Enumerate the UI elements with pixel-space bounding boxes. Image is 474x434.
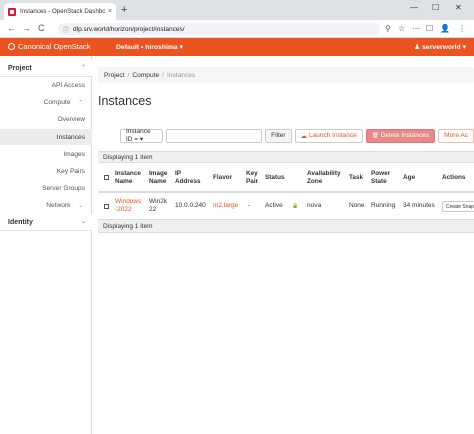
cell-age: 34 minutes [403,202,435,209]
col-ip-address[interactable]: IP Address [175,170,201,186]
filter-toolbar: Instance ID = ▾ Filter ☁ Launch Instance… [120,128,474,143]
cell-key-pair: - [248,202,251,209]
row-checkbox[interactable] [104,204,109,209]
breadcrumb-instances: Instances [166,71,196,79]
sidebar-group-compute[interactable]: Compute ⌃ [44,99,83,106]
breadcrumb-separator: / [162,71,164,79]
sidebar-section-label: Project [8,64,32,72]
cell-task: None [349,202,365,209]
tab-close-icon[interactable]: × [108,8,112,15]
lock-icon: 🔒 [292,203,299,209]
instances-table: Displaying 1 item Instance Name Image Name… [98,151,474,233]
launch-instance-label: Launch Instance [309,132,357,139]
search-icon[interactable]: ⚲ [385,24,391,33]
chevron-down-icon: ⌄ [80,219,86,225]
forward-icon[interactable]: → [22,23,31,33]
main-content: Project / Compute / Instances Instances … [92,56,474,434]
col-key-pair[interactable]: Key Pair [246,170,258,186]
launch-instance-button[interactable]: ☁ Launch Instance [294,128,363,143]
sidebar-item-images[interactable]: Images [63,151,85,158]
user-name: serverworld ▾ [422,44,466,51]
cloud-upload-icon: ☁ [300,132,308,140]
url-field[interactable]: ⓘ dlp.srv.world/horizon/project/instance… [58,23,380,35]
canonical-logo-icon [8,43,15,50]
bookmark-star-icon[interactable]: ☆ [398,24,405,33]
new-tab-button[interactable]: + [121,4,127,16]
user-menu[interactable]: ♟ serverworld ▾ [414,43,466,51]
breadcrumb: Project / Compute / Instances [98,67,474,83]
user-icon: ♟ [414,44,421,51]
sidebar-section-project[interactable]: Project ⌃ [0,60,92,77]
brand-name: Canonical OpenStack [18,42,91,51]
cell-ip-address: 10.0.0.240 [175,202,206,209]
address-bar-row: ← → C ⓘ dlp.srv.world/horizon/project/in… [0,20,474,38]
chevron-up-icon: ⌃ [80,65,86,71]
chevron-up-icon: ⌃ [78,100,83,106]
col-power-state[interactable]: Power State [371,170,390,186]
sidebar-item-server-groups[interactable]: Server Groups [42,185,85,192]
filter-button[interactable]: Filter [265,128,292,143]
browser-tab[interactable]: Instances - OpenStack Dashboard × [4,3,116,20]
chevron-down-icon: ⌄ [78,203,83,209]
breadcrumb-project[interactable]: Project [104,72,125,79]
cell-status: Active [265,202,283,209]
sidebar-item-overview[interactable]: Overview [58,116,85,123]
minimize-icon[interactable]: — [410,3,418,12]
delete-instances-label: Delete Instances [380,132,430,139]
profile-icon[interactable]: 👤 [440,24,450,33]
cell-power-state: Running [371,202,396,209]
openstack-favicon-icon [8,7,16,16]
url-text: dlp.srv.world/horizon/project/instances/ [73,25,185,33]
col-image-name[interactable]: Image Name [149,170,167,186]
more-actions-button[interactable]: More Ac [438,128,474,143]
page-title: Instances [98,94,152,108]
col-flavor[interactable]: Flavor [213,174,232,182]
sidebar-section-label: Identity [8,218,33,226]
trash-icon: 🗑 [371,132,379,139]
sidebar-group-label: Network [46,202,71,209]
breadcrumb-separator: / [127,71,130,79]
brand-logo[interactable]: Canonical OpenStack [8,42,91,51]
col-actions: Actions [442,174,466,181]
col-age[interactable]: Age [403,174,415,182]
sidebar-group-network[interactable]: Network ⌄ [46,202,83,209]
menu-kebab-icon[interactable]: ⋮ [458,24,466,33]
cell-flavor[interactable]: m2.large [213,202,238,210]
sidebar-item-api-access[interactable]: API Access [52,82,85,89]
col-task[interactable]: Task [349,174,363,182]
back-icon[interactable]: ← [7,23,16,33]
breadcrumb-compute[interactable]: Compute [132,72,159,79]
filter-input[interactable] [166,128,263,143]
window-close-icon[interactable]: ✕ [455,3,462,12]
reload-icon[interactable]: C [38,23,45,33]
table-header: Instance Name Image Name IP Address Flavor … [98,163,474,193]
sidebar-item-key-pairs[interactable]: Key Pairs [57,168,85,175]
openstack-header: Canonical OpenStack Default • hiroshima … [0,38,474,56]
sidepanel-icon[interactable]: ☐ [426,24,433,33]
tab-title: Instances - OpenStack Dashboard [20,8,105,15]
table-row: Windows -2022 Win2k 22 10.0.0.240 m2.large… [98,193,474,220]
maximize-icon[interactable]: ☐ [432,3,439,12]
sidebar-group-label: Compute [43,99,71,106]
cell-image-name: Win2k 22 [149,198,168,213]
sidebar-item-instances[interactable]: Instances [57,134,85,141]
browser-tab-bar: Instances - OpenStack Dashboard × + — ☐ … [0,0,474,20]
col-status[interactable]: Status [265,174,285,182]
filter-field-select[interactable]: Instance ID = ▾ [120,128,164,143]
cell-instance-name[interactable]: Windows -2022 [115,198,141,214]
site-info-icon[interactable]: ⓘ [63,25,69,34]
delete-instances-button[interactable]: 🗑 Delete Instances [365,128,436,143]
sidebar-section-identity[interactable]: Identity ⌄ [0,214,92,231]
table-count-top: Displaying 1 item [98,152,474,163]
col-instance-name[interactable]: Instance Name [115,170,141,186]
extensions-icon[interactable]: ⋯ [412,24,420,33]
create-snapshot-button[interactable]: Create Snap [442,201,474,212]
col-availability-zone[interactable]: Availability Zone [307,170,341,186]
sidebar: Project ⌃ API Access Compute ⌃ Overview I… [0,56,92,434]
cell-availability-zone: nova [307,202,322,209]
project-selector[interactable]: Default • hiroshima ▾ [116,43,183,51]
table-count-bottom: Displaying 1 item [98,220,474,233]
select-all-checkbox[interactable] [104,175,109,180]
